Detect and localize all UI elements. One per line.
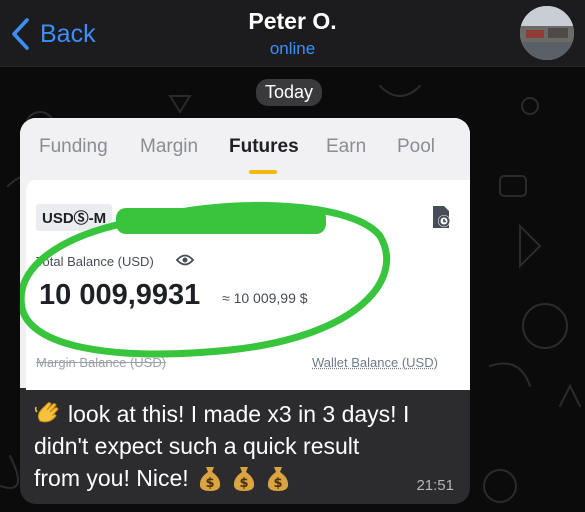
message-line-2: didn't expect such a quick result — [34, 433, 360, 459]
tab-earn: Earn — [326, 136, 367, 157]
eye-icon — [176, 254, 194, 266]
contact-name[interactable]: Peter O. — [0, 8, 585, 35]
message-line-1: look at this! I made x3 in 3 days! I — [68, 401, 410, 427]
chat-header: Back Peter O. online — [0, 0, 585, 67]
tab-margin: Margin — [140, 136, 199, 157]
date-separator: Today — [256, 79, 323, 106]
message-time: 21:51 — [416, 477, 454, 494]
tab-futures: Futures — [229, 136, 299, 157]
wallet-balance-label: Wallet Balance (USD) — [312, 355, 438, 370]
money-bag-icon: $ — [197, 464, 223, 492]
total-balance-value: 10 009,9931 — [39, 279, 201, 311]
approx-value: ≈ 10 009,99 $ — [222, 290, 308, 306]
margin-balance-label: Margin Balance (USD) — [36, 355, 167, 370]
contact-status: online — [269, 39, 316, 58]
waving-hand-icon — [34, 401, 62, 425]
active-tab-indicator — [249, 170, 277, 174]
svg-text:$: $ — [205, 476, 214, 491]
tab-funding: Funding — [39, 136, 108, 157]
document-history-icon — [433, 206, 450, 228]
tab-pool: Pool — [397, 136, 436, 157]
message-bubble[interactable]: Funding Margin Futures Earn Pool USDⓈ-M … — [20, 118, 470, 504]
money-bag-icon: $ — [231, 464, 257, 492]
money-bag-icon: $ — [265, 464, 291, 492]
balance-card: USDⓈ-M Total Balance (USD) 10 009,9931 ≈… — [26, 180, 470, 390]
message-line-3: from you! Nice! — [34, 465, 189, 491]
message-text: look at this! I made x3 in 3 days! I did… — [34, 398, 459, 494]
avatar[interactable] — [520, 6, 574, 60]
wallet-tabs: Funding Margin Futures Earn Pool — [20, 118, 470, 178]
svg-text:$: $ — [273, 476, 282, 491]
svg-text:$: $ — [239, 476, 248, 491]
attached-screenshot[interactable]: Funding Margin Futures Earn Pool USDⓈ-M … — [20, 118, 470, 390]
asset-pill: USDⓈ-M — [36, 204, 113, 231]
total-balance-label: Total Balance (USD) — [36, 254, 154, 269]
